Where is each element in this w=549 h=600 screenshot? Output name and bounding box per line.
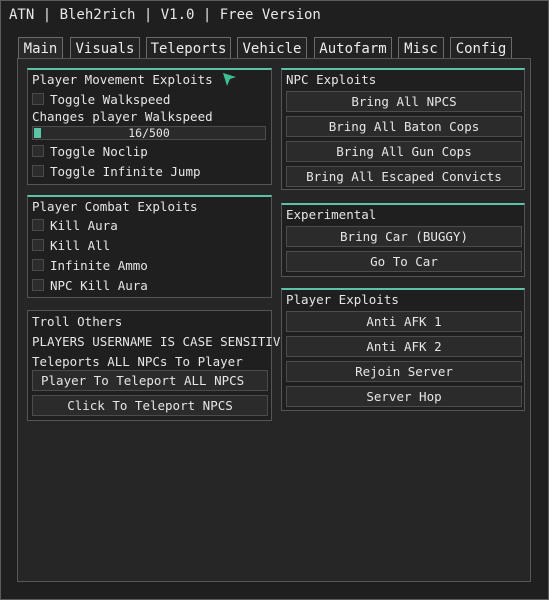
walkspeed-value: 16/500 (128, 126, 170, 140)
server-hop-button[interactable]: Server Hop (286, 386, 522, 407)
toggle-infinite-jump-row[interactable]: Toggle Infinite Jump (32, 163, 201, 179)
bring-baton-cops-button[interactable]: Bring All Baton Cops (286, 116, 522, 137)
script-window: ATN | Bleh2rich | V1.0 | Free Version Ma… (0, 0, 549, 600)
npc-exploits-panel: NPC Exploits Bring All NPCS Bring All Ba… (281, 68, 525, 190)
infinite-ammo-label: Infinite Ammo (50, 257, 148, 273)
kill-aura-row[interactable]: Kill Aura (32, 217, 118, 233)
bring-all-npcs-button[interactable]: Bring All NPCS (286, 91, 522, 112)
npc-kill-aura-row[interactable]: NPC Kill Aura (32, 277, 148, 293)
player-name-input[interactable]: Player To Teleport ALL NPCS (32, 370, 268, 391)
bring-gun-cops-button[interactable]: Bring All Gun Cops (286, 141, 522, 162)
kill-aura-checkbox[interactable] (32, 219, 44, 231)
window-title: ATN | Bleh2rich | V1.0 | Free Version (9, 7, 321, 23)
troll-others-title: Troll Others (32, 314, 123, 329)
player-exploits-panel: Player Exploits Anti AFK 1 Anti AFK 2 Re… (281, 288, 525, 411)
rejoin-server-button[interactable]: Rejoin Server (286, 361, 522, 382)
teleport-npcs-note: Teleports ALL NPCs To Player (32, 354, 243, 369)
tab-visuals[interactable]: Visuals (70, 37, 140, 59)
experimental-title: Experimental (286, 207, 377, 222)
player-combat-panel: Player Combat Exploits Kill Aura Kill Al… (27, 195, 272, 298)
experimental-panel: Experimental Bring Car (BUGGY) Go To Car (281, 203, 525, 277)
npc-exploits-title: NPC Exploits (286, 72, 377, 87)
noclip-toggle-label: Toggle Noclip (50, 143, 148, 159)
kill-all-row[interactable]: Kill All (32, 237, 110, 253)
tab-vehicle[interactable]: Vehicle (237, 37, 307, 59)
tab-config[interactable]: Config (450, 37, 512, 59)
infinite-jump-toggle-label: Toggle Infinite Jump (50, 163, 201, 179)
npc-kill-aura-checkbox[interactable] (32, 279, 44, 291)
tab-main[interactable]: Main (18, 37, 63, 59)
walkspeed-slider[interactable]: 16/500 (32, 126, 266, 140)
walkspeed-description: Changes player Walkspeed (32, 109, 213, 124)
kill-aura-label: Kill Aura (50, 217, 118, 233)
tab-misc[interactable]: Misc (398, 37, 444, 59)
infinite-jump-checkbox[interactable] (32, 165, 44, 177)
toggle-noclip-row[interactable]: Toggle Noclip (32, 143, 148, 159)
infinite-ammo-row[interactable]: Infinite Ammo (32, 257, 148, 273)
teleport-npcs-button[interactable]: Click To Teleport NPCS (32, 395, 268, 416)
kill-all-checkbox[interactable] (32, 239, 44, 251)
case-sensitive-note: PLAYERS USERNAME IS CASE SENSITIVE (32, 334, 288, 349)
walkspeed-checkbox[interactable] (32, 93, 44, 105)
go-to-car-button[interactable]: Go To Car (286, 251, 522, 272)
infinite-ammo-checkbox[interactable] (32, 259, 44, 271)
kill-all-label: Kill All (50, 237, 111, 253)
player-combat-title: Player Combat Exploits (32, 199, 198, 214)
troll-others-panel: Troll Others PLAYERS USERNAME IS CASE SE… (27, 310, 288, 421)
bring-car-button[interactable]: Bring Car (BUGGY) (286, 226, 522, 247)
player-exploits-title: Player Exploits (286, 292, 399, 307)
walkspeed-toggle-label: Toggle Walkspeed (50, 91, 171, 107)
player-movement-title: Player Movement Exploits (32, 72, 213, 87)
noclip-checkbox[interactable] (32, 145, 44, 157)
tab-autofarm[interactable]: Autofarm (314, 37, 392, 59)
anti-afk-1-button[interactable]: Anti AFK 1 (286, 311, 522, 332)
tab-teleports[interactable]: Teleports (146, 37, 231, 59)
toggle-walkspeed-row[interactable]: Toggle Walkspeed (32, 91, 170, 107)
anti-afk-2-button[interactable]: Anti AFK 2 (286, 336, 522, 357)
mouse-pointer-icon (223, 73, 236, 86)
tab-content-main: Player Movement Exploits Toggle Walkspee… (17, 58, 531, 582)
npc-kill-aura-label: NPC Kill Aura (50, 277, 148, 293)
bring-escaped-convicts-button[interactable]: Bring All Escaped Convicts (286, 166, 522, 187)
